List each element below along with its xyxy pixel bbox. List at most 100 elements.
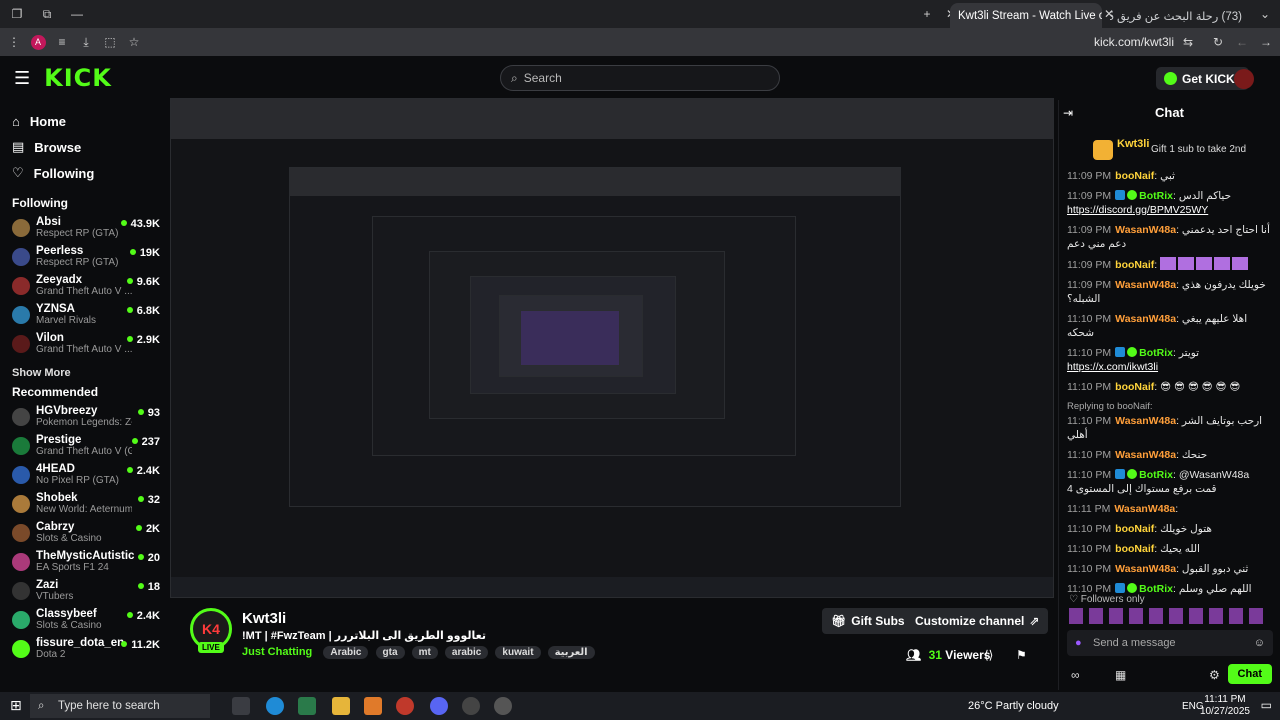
discord-icon[interactable] [430,697,448,715]
chat-message[interactable]: 11:10 PM WasanW48a: حنحك [1059,445,1280,465]
chat-message[interactable]: 11:10 PM booNaif: هتول خويلك [1059,519,1280,539]
restore-icon[interactable]: ❐ [2,7,32,21]
collapse-chat-icon[interactable]: ⇥ [1063,106,1073,120]
chat-message[interactable]: Replying to booNaif: 11:10 PM WasanW48a: ا… [1059,397,1280,445]
nav-browse[interactable]: ▤ Browse [0,134,168,160]
chat-message[interactable]: 11:09 PM booNaif: ثبي [1059,166,1280,186]
chat-link[interactable]: https://discord.gg/BPMV25WY [1067,204,1208,216]
nav-home[interactable]: ⌂ Home [0,108,168,134]
follow-user-icon[interactable]: ⚑ [1016,648,1027,662]
tab-youtube[interactable]: (73) رحلة البحث عن فريق 5# | ا [1110,3,1250,28]
chat-message[interactable]: 11:09 PM BotRix: حياكم الدس https://disco… [1059,186,1280,220]
stream-category[interactable]: Just Chatting [242,646,312,658]
chat-message[interactable]: 11:09 PM WasanW48a: أنا احتاج احد يدعمني … [1059,220,1280,254]
customize-channel-button[interactable]: Customize channel ⇗ [906,608,1049,634]
chat-username[interactable]: booNaif [1115,259,1154,271]
chat-settings-icon[interactable]: ⚙ [1209,668,1220,682]
sidebar-channel[interactable]: Classybeef Slots & Casino 2.4K [0,606,168,635]
sidebar-channel[interactable]: Cabrzy Slots & Casino 2K [0,519,168,548]
emoji-icon[interactable]: ☺ [1254,637,1265,649]
sidebar-channel[interactable]: Zeeyadx Grand Theft Auto V ... 9.6K [0,272,168,301]
chrome-icon[interactable] [396,697,414,715]
sidebar-channel[interactable]: TheMysticAutistic EA Sports F1 24 20 [0,548,168,577]
chat-message[interactable]: 11:09 PM WasanW48a: خويلك يدرفون هذي الشب… [1059,275,1280,309]
windows-start-icon[interactable]: ⊞ [10,697,22,714]
taskbar-clock[interactable]: 11:11 PM 10/27/2025 [1200,694,1250,718]
sidebar-channel[interactable]: 4HEAD No Pixel RP (GTA) 2.4K [0,461,168,490]
tag[interactable]: Arabic [323,646,369,659]
menu-dots-icon[interactable]: ⋮ [2,35,26,49]
chat-username[interactable]: WasanW48a [1115,313,1176,325]
sidebar-channel[interactable]: Shobek New World: Aeternum 32 [0,490,168,519]
reading-list-icon[interactable]: ≡ [50,35,74,49]
sidebar-channel[interactable]: Vilon Grand Theft Auto V ... 2.9K [0,330,168,359]
chat-username[interactable]: booNaif [1115,170,1154,182]
url-field[interactable]: kick.com/kwt3li [1094,35,1174,49]
app2-icon[interactable] [494,697,512,715]
stream-video-player[interactable] [170,98,1054,598]
tab-search-icon[interactable]: ⌄ [1250,7,1280,21]
search-input[interactable]: ⌕ Search [500,65,780,91]
taskbar-search[interactable]: ⌕ Type here to search [30,694,210,718]
forward-icon[interactable]: ← [1230,35,1254,49]
sidebar-channel[interactable]: Absi Respect RP (GTA) 43.9K [0,214,168,243]
obs-icon[interactable] [462,697,480,715]
chat-gift-icon[interactable]: ▦ [1115,668,1126,682]
chat-message[interactable]: 11:10 PM BotRix: @WasanW48a قمت برفع مستو… [1059,465,1280,499]
minimize-icon[interactable]: — [62,7,92,21]
emote-bar[interactable] [1069,608,1269,624]
chat-username[interactable]: WasanW48a [1114,503,1175,515]
hamburger-menu-icon[interactable]: ☰ [14,68,30,89]
sidebar-channel[interactable]: YZNSA Marvel Rivals 6.8K [0,301,168,330]
show-more-link[interactable]: Show More [0,367,168,379]
user-avatar[interactable] [1234,69,1254,89]
chat-username[interactable]: BotRix [1139,469,1173,481]
kick-logo[interactable]: KICK [44,64,112,92]
notification-icon[interactable]: ▭ [1261,698,1272,712]
chat-username[interactable]: booNaif [1115,523,1154,535]
profile-avatar[interactable]: A [26,34,50,50]
tag[interactable]: arabic [444,646,489,659]
tag[interactable]: mt [411,646,438,659]
chat-message[interactable]: 11:09 PM booNaif: [1059,254,1280,275]
sidebar-channel[interactable]: Peerless Respect RP (GTA) 19K [0,243,168,272]
chat-message[interactable]: 11:10 PM booNaif: الله يحيك [1059,539,1280,559]
share-icon[interactable]: ⟨⟩ [984,648,993,662]
chat-tools-icon[interactable]: ∞ [1071,668,1080,682]
reload-icon[interactable]: ↻ [1206,35,1230,49]
site-settings-icon[interactable]: ⇆ [1176,35,1200,49]
chat-message[interactable]: 11:10 PM booNaif: 😎 😎 😎 😎 😎 😎 [1059,377,1280,397]
bookmark-star-icon[interactable]: ☆ [122,35,146,49]
chat-username[interactable]: WasanW48a [1115,449,1176,461]
chat-message-input[interactable]: ● Send a message ☺ [1067,630,1273,656]
extensions-icon[interactable]: ⬚ [98,35,122,49]
weather-widget[interactable]: 26°C Partly cloudy [968,700,1059,712]
download-icon[interactable]: ⤓ [74,35,98,50]
chat-message[interactable]: 11:10 PM BotRix: تويتر https://x.com/ikwt… [1059,343,1280,377]
chat-message[interactable]: 11:11 PM WasanW48a: [1059,499,1280,519]
app-icon[interactable] [364,697,382,715]
chat-username[interactable]: WasanW48a [1115,415,1176,427]
streamer-name[interactable]: Kwt3li [242,610,286,627]
chat-username[interactable]: WasanW48a [1115,224,1176,236]
chat-message[interactable]: 11:10 PM WasanW48a: ثني دبوو القبول [1059,559,1280,579]
nav-following[interactable]: ♡ Following [0,160,168,186]
task-view-icon[interactable] [232,697,250,715]
gift-subs-button[interactable]: 🎁︎ Gift Subs [822,608,914,634]
chat-username[interactable]: WasanW48a [1115,563,1176,575]
maximize-icon[interactable]: ⧉ [32,7,62,22]
chat-message[interactable]: 11:10 PM WasanW48a: اهلا عليهم يبغي شحكه [1059,309,1280,343]
tag[interactable]: العربية [547,646,595,659]
chat-username[interactable]: BotRix [1139,347,1173,359]
tab-kwt3li[interactable]: Kwt3li Stream - Watch Live on K [950,3,1102,28]
pinned-gift-banner[interactable]: Kwt3li Gift 1 sub to take 2nd [1059,126,1280,166]
store-icon[interactable] [298,697,316,715]
sidebar-channel[interactable]: PrestigeGrand Theft Auto V (G...237 [0,432,168,461]
sidebar-channel[interactable]: fissure_dota_en Dota 2 11.2K [0,635,168,664]
file-explorer-icon[interactable] [332,697,350,715]
sidebar-channel[interactable]: Zazi VTubers 18 [0,577,168,606]
chat-username[interactable]: WasanW48a [1115,279,1176,291]
chat-link[interactable]: https://x.com/ikwt3li [1067,361,1158,373]
sidebar-channel[interactable]: HGVbreezy Pokemon Legends: Z-A 93 [0,403,168,432]
chat-username[interactable]: booNaif [1115,543,1154,555]
